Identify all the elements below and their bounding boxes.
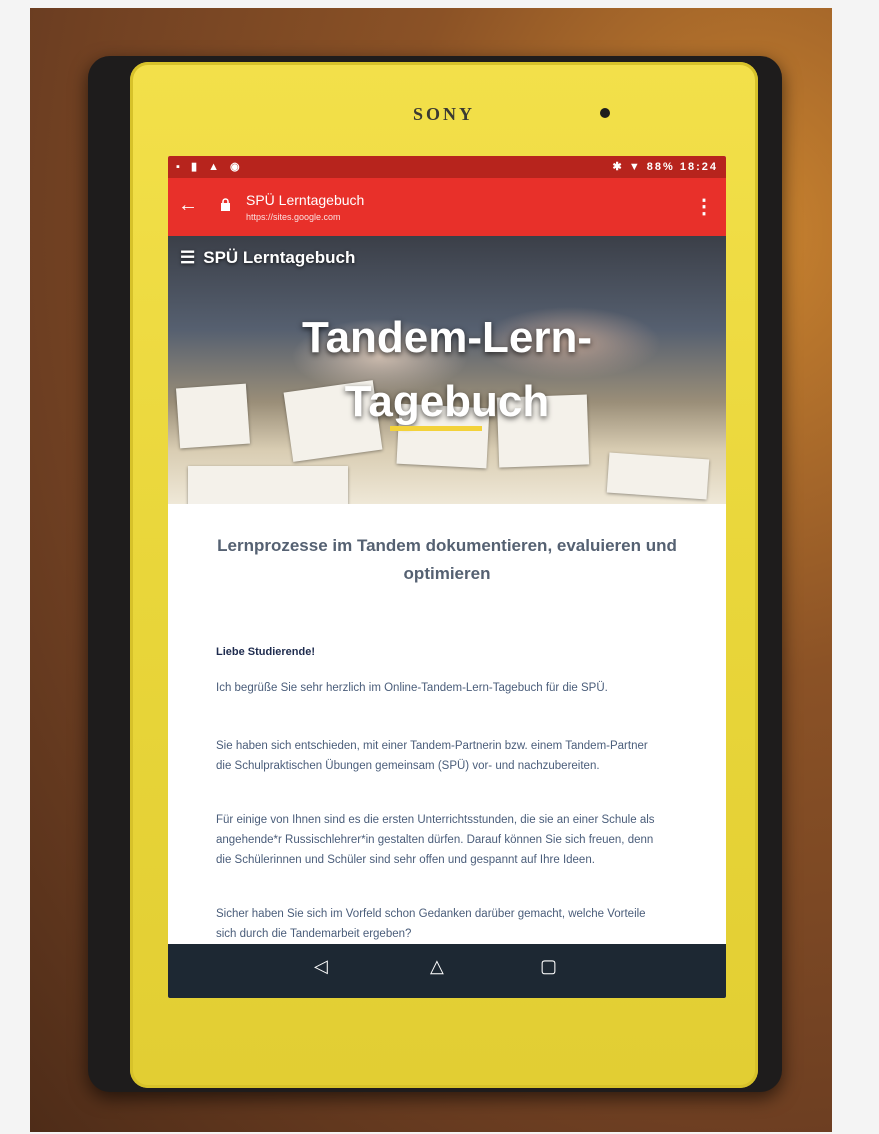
hero-photo-paper	[606, 452, 710, 500]
hero-title: Tandem-Lern- Tagebuch	[168, 306, 726, 434]
paragraph: Ich begrüße Sie sehr herzlich im Online-…	[216, 682, 608, 694]
tablet-screen: ▪ ▮ ▲ ◉ ✱ ▼ 88% 18:24 ← SPÜ Lerntagebuch…	[168, 156, 726, 998]
tablet-device: SONY ▪ ▮ ▲ ◉ ✱ ▼ 88% 18:24 ← SPÜ Lerntag…	[130, 62, 758, 1088]
paragraph: Sie haben sich entschieden, mit einer Ta…	[216, 740, 648, 772]
battery-level: 88%	[646, 161, 675, 173]
wifi-icon: ▼	[628, 161, 642, 173]
notification-icons: ▪ ▮ ▲ ◉	[176, 161, 244, 173]
hero-title-line-1: Tandem-Lern-	[301, 313, 593, 362]
greeting-heading: Liebe Studierende!	[216, 646, 316, 658]
back-arrow-icon[interactable]: ←	[178, 194, 198, 217]
brand-logo: SONY	[412, 104, 475, 124]
browser-page-title[interactable]: SPÜ Lerntagebuch	[246, 192, 364, 208]
status-bar: ▪ ▮ ▲ ◉ ✱ ▼ 88% 18:24	[168, 156, 726, 178]
front-camera	[600, 108, 610, 118]
page-subtitle: Lernprozesse im Tandem dokumentieren, ev…	[217, 536, 677, 583]
status-time: 18:24	[679, 161, 718, 173]
hero-photo-paper	[188, 466, 348, 506]
site-nav-title[interactable]: ☰ SPÜ Lerntagebuch	[180, 248, 355, 268]
overflow-menu-icon[interactable]: ⋮	[694, 194, 714, 219]
photo-background: SONY ▪ ▮ ▲ ◉ ✱ ▼ 88% 18:24 ← SPÜ Lerntag…	[30, 8, 832, 1132]
browser-host[interactable]: https://sites.google.com	[246, 212, 341, 222]
page-content: Lernprozesse im Tandem dokumentieren, ev…	[168, 504, 726, 944]
android-nav-bar: ◁ △ ▢	[168, 944, 726, 998]
lock-icon	[221, 198, 230, 211]
site-name: SPÜ Lerntagebuch	[203, 248, 356, 267]
hero-banner: ☰ SPÜ Lerntagebuch Tandem-Lern- Tagebuch	[168, 236, 726, 506]
hero-accent-bar	[390, 426, 482, 431]
hamburger-menu-icon[interactable]: ☰	[180, 248, 195, 268]
bluetooth-icon: ✱	[612, 161, 624, 173]
nav-back-button[interactable]: ◁	[314, 956, 328, 977]
nav-home-button[interactable]: △	[430, 956, 444, 977]
browser-url-bar: ← SPÜ Lerntagebuch https://sites.google.…	[168, 178, 726, 236]
status-right-group: ✱ ▼ 88% 18:24	[613, 160, 718, 173]
hero-title-line-2: Tagebuch	[344, 377, 550, 426]
paragraph: Sicher haben Sie sich im Vorfeld schon G…	[216, 908, 646, 940]
nav-recents-button[interactable]: ▢	[540, 956, 557, 977]
paragraph: Für einige von Ihnen sind es die ersten …	[216, 814, 655, 866]
